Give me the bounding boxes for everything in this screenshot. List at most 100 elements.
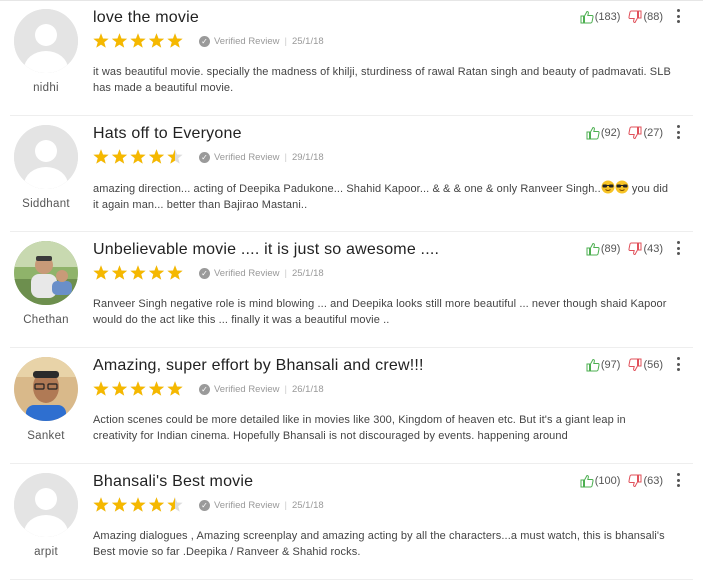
star-full-icon [148,381,165,396]
verified-label: Verified Review [214,500,280,511]
review-body-text: amazing direction... acting of Deepika P… [93,183,601,195]
default-avatar-icon [14,473,78,537]
dislike-button[interactable]: (88) [628,10,663,24]
star-full-icon [148,149,165,164]
thumbs-down-icon [628,474,642,488]
verified-badge: ✓ Verified Review | 25/1/18 [199,36,324,47]
check-circle-icon: ✓ [199,500,210,511]
star-full-icon [130,497,146,512]
star-full-icon [167,265,183,280]
avatar[interactable] [14,473,78,537]
star-full-icon [111,33,128,48]
divider: | [284,36,287,47]
star-full-icon [93,497,109,512]
username[interactable]: Siddhant [0,198,92,210]
like-count: (97) [600,359,621,371]
review-body: Amazing dialogues , Amazing screenplay a… [93,530,665,558]
star-full-icon [130,265,146,280]
username[interactable]: nidhi [0,82,92,94]
review-card: nidhi love the movie ✓ Verified Review |… [0,0,703,116]
dislike-button[interactable]: (27) [628,126,663,140]
dislike-count: (27) [643,127,663,139]
vote-group: (100) (63) [580,474,663,488]
user-photo-icon [14,241,78,305]
thumbs-down-icon [628,10,642,24]
like-button[interactable]: (89) [586,242,621,256]
more-options-icon[interactable] [677,357,681,373]
star-rating [93,381,189,397]
vote-group: (97) (56) [586,358,663,372]
more-options-icon[interactable] [677,473,681,489]
verified-label: Verified Review [214,36,280,47]
review-date: 26/1/18 [291,384,324,395]
review-body: amazing direction... acting of Deepika P… [93,180,673,213]
dislike-count: (63) [643,475,663,487]
review-card: Siddhant Hats off to Everyone ✓ Verified… [0,116,703,232]
like-count: (100) [594,475,621,487]
verified-label: Verified Review [214,268,280,279]
review-body: it was beautiful movie. specially the ma… [93,66,671,94]
dislike-button[interactable]: (56) [628,358,663,372]
more-options-icon[interactable] [677,125,681,141]
review-body: Ranveer Singh negative role is mind blow… [93,298,667,326]
review-card: Chethan Unbelievable movie .... it is ju… [0,232,703,348]
like-button[interactable]: (97) [586,358,621,372]
check-circle-icon: ✓ [199,152,210,163]
check-circle-icon: ✓ [199,268,210,279]
review-card: Sanket Amazing, super effort by Bhansali… [0,348,703,464]
avatar[interactable] [14,357,78,421]
review-date: 29/1/18 [291,152,324,163]
thumbs-down-icon [628,358,642,372]
review-body: Action scenes could be more detailed lik… [93,414,626,442]
dislike-button[interactable]: (43) [628,242,663,256]
vote-group: (89) (43) [586,242,663,256]
verified-label: Verified Review [214,152,280,163]
dislike-count: (88) [643,11,663,23]
more-options-icon[interactable] [677,241,681,257]
star-full-icon [93,149,109,164]
review-title: Hats off to Everyone [93,125,242,142]
like-button[interactable]: (183) [580,10,620,24]
verified-badge: ✓ Verified Review | 29/1/18 [199,152,324,163]
vote-group: (183) (88) [580,10,663,24]
review-title: Bhansali's Best movie [93,473,254,490]
username[interactable]: Chethan [0,314,92,326]
star-full-icon [148,265,165,280]
thumbs-up-icon [586,358,600,372]
divider: | [284,152,287,163]
review-date: 25/1/18 [291,268,324,279]
check-circle-icon: ✓ [199,384,210,395]
star-full-icon [93,33,109,48]
dislike-count: (43) [643,243,663,255]
verified-badge: ✓ Verified Review | 25/1/18 [199,268,324,279]
like-button[interactable]: (100) [580,474,621,488]
star-rating [93,265,189,281]
dislike-count: (56) [643,359,663,371]
star-full-icon [111,149,128,164]
thumbs-up-icon [580,474,594,488]
avatar[interactable] [14,9,78,73]
star-full-icon [130,149,146,164]
star-full-icon [111,265,128,280]
review-title: love the movie [93,9,199,26]
default-avatar-icon [14,125,78,189]
default-avatar-icon [14,9,78,73]
username[interactable]: arpit [0,546,92,558]
like-count: (89) [600,243,621,255]
avatar[interactable] [14,125,78,189]
dislike-button[interactable]: (63) [628,474,663,488]
star-rating [93,497,189,513]
review-date: 25/1/18 [291,36,324,47]
verified-label: Verified Review [214,384,280,395]
username[interactable]: Sanket [0,430,92,442]
star-full-icon [130,33,146,48]
review-card: arpit Bhansali's Best movie ✓ Verified R… [0,464,703,580]
star-full-icon [148,33,165,48]
avatar[interactable] [14,241,78,305]
star-full-icon [93,381,109,396]
like-count: (92) [600,127,621,139]
review-title: Amazing, super effort by Bhansali and cr… [93,357,424,374]
more-options-icon[interactable] [677,9,681,25]
star-full-icon [111,497,128,512]
like-button[interactable]: (92) [586,126,621,140]
